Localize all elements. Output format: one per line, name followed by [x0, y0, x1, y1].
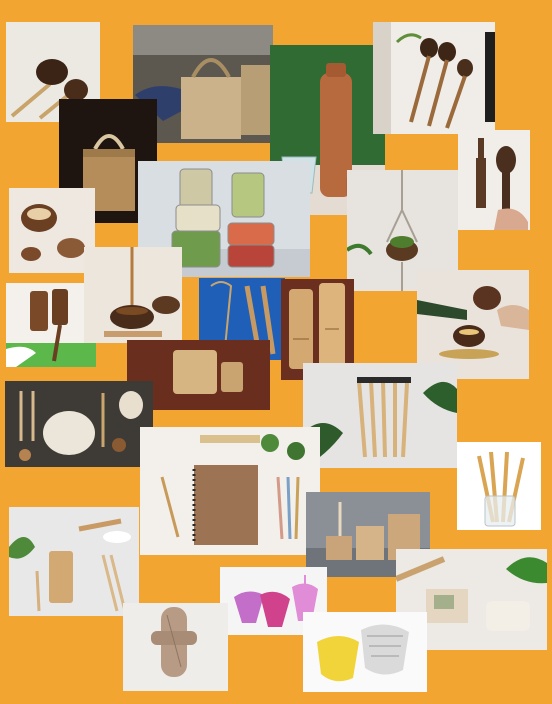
photo-coconut-bowls: [9, 188, 95, 273]
photo-cloth-diapers: [303, 612, 427, 692]
photo-cloth-pad: [123, 603, 228, 691]
photo-coconut-cups: [84, 247, 182, 343]
photo-kraft-notebook: [140, 427, 320, 555]
photo-wooden-fork-spoon: [458, 130, 530, 230]
photo-zero-waste-flatlay: [5, 381, 153, 467]
photo-bamboo-toothbrushes: [303, 363, 457, 468]
photo-coconut-spoons: [373, 22, 495, 134]
photo-wooden-cutlery: [9, 507, 139, 616]
photo-bamboo-straws: [457, 442, 541, 530]
photo-wooden-combs: [6, 283, 96, 367]
collage-board: [0, 0, 552, 704]
